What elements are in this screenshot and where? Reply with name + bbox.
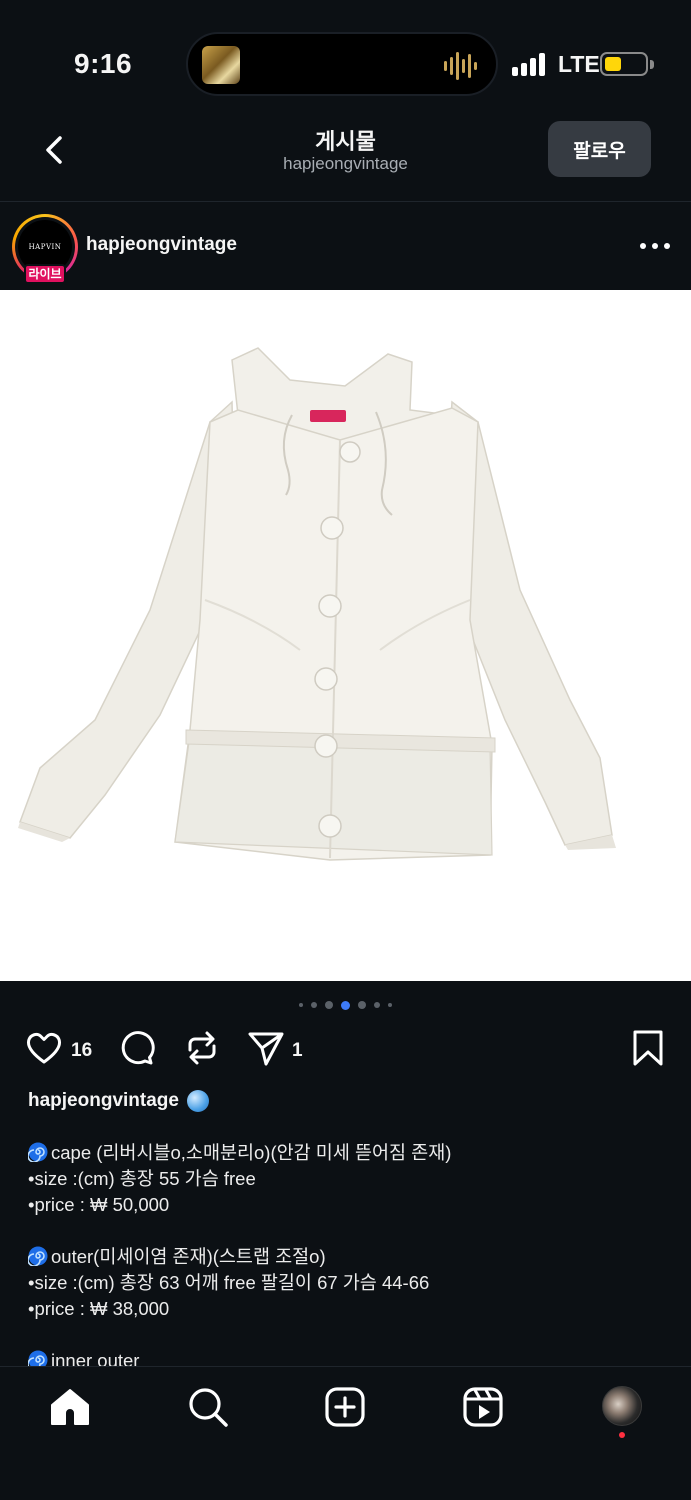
bottom-tab-bar bbox=[0, 1366, 691, 1500]
globe-icon bbox=[186, 1090, 209, 1112]
share-count[interactable]: 1 bbox=[292, 1040, 303, 1062]
cyclone-icon bbox=[28, 1350, 48, 1366]
more-horizontal-icon[interactable] bbox=[640, 241, 670, 251]
post-actions: 16 1 bbox=[0, 1028, 691, 1074]
status-bar: 9:16 LTE bbox=[0, 0, 691, 110]
repost-icon[interactable] bbox=[182, 1028, 222, 1068]
caption-line: •price : ₩ 50,000 bbox=[28, 1194, 170, 1215]
follow-button[interactable]: 팔로우 bbox=[548, 121, 651, 177]
live-badge: 라이브 bbox=[24, 264, 66, 284]
caption-line: outer(미세이염 존재)(스트랩 조절o) bbox=[28, 1244, 668, 1270]
post-image[interactable] bbox=[0, 290, 691, 981]
now-playing-artwork bbox=[202, 46, 240, 84]
battery-icon bbox=[600, 52, 648, 76]
clock: 9:16 bbox=[74, 48, 133, 79]
carousel-dot bbox=[358, 1001, 366, 1009]
heart-icon[interactable] bbox=[24, 1028, 64, 1068]
top-header: 게시물 hapjeongvintage 팔로우 bbox=[0, 110, 691, 202]
carousel-dot-active bbox=[341, 1000, 350, 1010]
carousel-dot bbox=[388, 1003, 392, 1007]
carousel-dot bbox=[374, 1002, 380, 1008]
dynamic-island[interactable] bbox=[186, 32, 498, 96]
battery-tip bbox=[650, 60, 654, 69]
audio-waveform-icon bbox=[444, 50, 480, 82]
caption-line: •price : ₩ 38,000 bbox=[28, 1298, 170, 1319]
profile-avatar[interactable] bbox=[602, 1386, 642, 1426]
cellular-signal-icon bbox=[512, 52, 548, 76]
bookmark-icon[interactable] bbox=[630, 1028, 666, 1068]
caption-line: •size :(cm) 총장 55 가슴 free bbox=[28, 1168, 256, 1189]
caption-line: inner outer bbox=[28, 1348, 668, 1366]
reels-icon[interactable] bbox=[461, 1385, 505, 1429]
caption-line: •size :(cm) 총장 63 어깨 free 팔길이 67 가슴 44-6… bbox=[28, 1272, 430, 1293]
carousel-dot bbox=[311, 1002, 317, 1008]
cyclone-icon bbox=[28, 1246, 48, 1266]
send-icon[interactable] bbox=[246, 1028, 286, 1068]
caption-author[interactable]: hapjeongvintage bbox=[28, 1088, 668, 1114]
network-type: LTE bbox=[558, 51, 600, 77]
caption-line: cape (리버시블o,소매분리o)(안감 미세 뜯어짐 존재) bbox=[28, 1140, 668, 1166]
home-icon[interactable] bbox=[48, 1385, 92, 1429]
search-icon[interactable] bbox=[186, 1385, 230, 1429]
comment-icon[interactable] bbox=[116, 1028, 156, 1068]
create-icon[interactable] bbox=[323, 1385, 367, 1429]
carousel-indicator bbox=[0, 998, 691, 1012]
like-count[interactable]: 16 bbox=[71, 1040, 92, 1062]
carousel-dot bbox=[299, 1003, 303, 1007]
carousel-dot bbox=[325, 1001, 333, 1009]
notification-dot bbox=[619, 1432, 625, 1438]
cyclone-icon bbox=[28, 1142, 48, 1162]
white-jacket-photo bbox=[18, 347, 616, 861]
caption-username[interactable]: hapjeongvintage bbox=[28, 1090, 179, 1112]
post-caption[interactable]: hapjeongvintage cape (리버시블o,소매분리o)(안감 미세… bbox=[28, 1088, 668, 1366]
post-header: HAPVIN 라이브 hapjeongvintage bbox=[0, 203, 691, 289]
post-username[interactable]: hapjeongvintage bbox=[86, 234, 237, 256]
